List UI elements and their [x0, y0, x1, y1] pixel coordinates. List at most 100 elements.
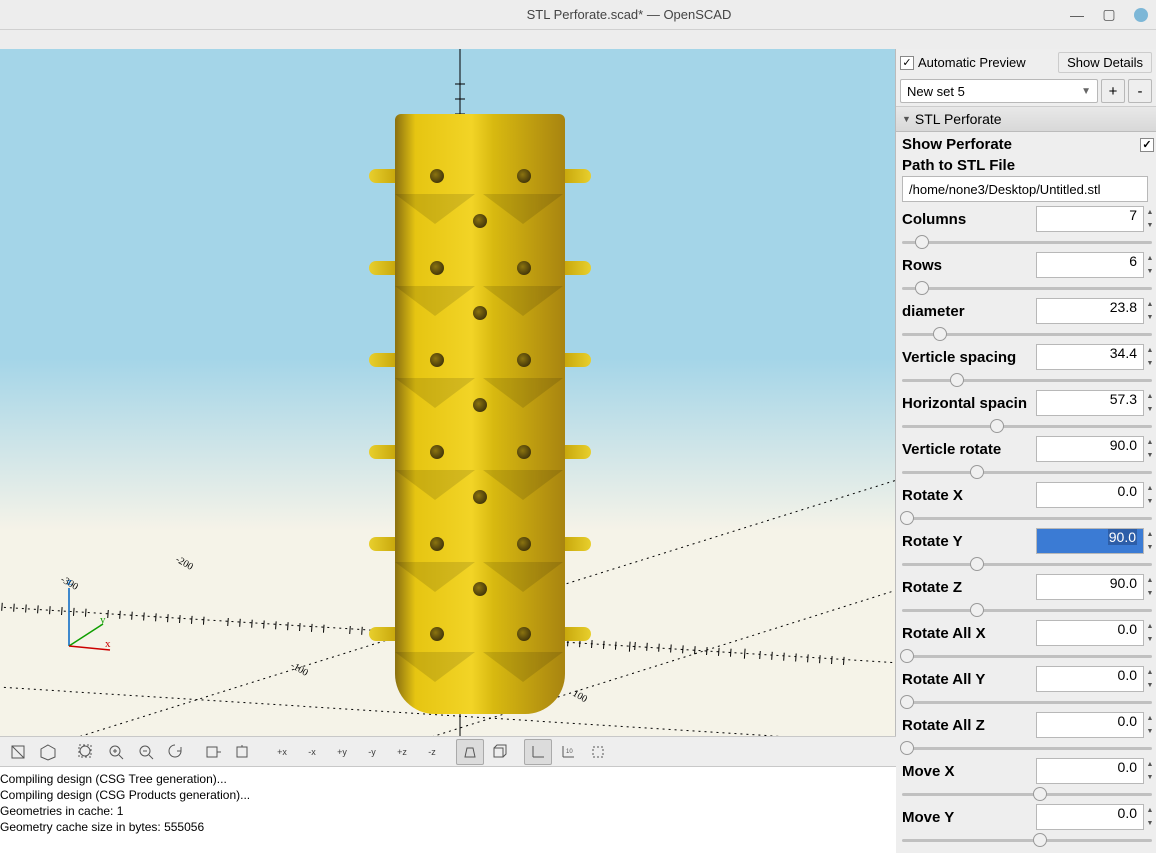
render-icon[interactable]: [34, 739, 62, 765]
param-slider[interactable]: [902, 740, 1152, 756]
reset-view-icon[interactable]: [162, 739, 190, 765]
param-slider[interactable]: [902, 602, 1152, 618]
param-value-input[interactable]: 0.0: [1036, 712, 1144, 738]
spinner[interactable]: ▲▼: [1144, 390, 1156, 416]
param-slider[interactable]: [902, 786, 1152, 802]
param-slider[interactable]: [902, 372, 1152, 388]
spinner[interactable]: ▲▼: [1144, 436, 1156, 462]
parameters-pane: Show Perforate ✓ Path to STL File Column…: [896, 132, 1156, 853]
right-view-icon[interactable]: [200, 739, 228, 765]
param-slider[interactable]: [902, 648, 1152, 664]
zoom-in-icon[interactable]: [102, 739, 130, 765]
minus-z-icon[interactable]: -z: [418, 739, 446, 765]
minus-y-icon[interactable]: -y: [358, 739, 386, 765]
show-edges-icon[interactable]: [584, 739, 612, 765]
param-slider[interactable]: [902, 464, 1152, 480]
param-value-input[interactable]: 0.0: [1036, 804, 1144, 830]
param-value-input[interactable]: 0.0: [1036, 666, 1144, 692]
svg-text:10: 10: [566, 749, 573, 755]
spinner[interactable]: ▲▼: [1144, 758, 1156, 784]
chevron-down-icon: ▼: [902, 114, 911, 124]
param-value-input[interactable]: 0.0: [1036, 482, 1144, 508]
param-label: Verticle spacing: [902, 349, 1036, 366]
spinner[interactable]: ▲▼: [1144, 712, 1156, 738]
auto-preview-label: Automatic Preview: [918, 55, 1026, 70]
stl-path-input[interactable]: [902, 176, 1148, 202]
param-label: Rotate All Y: [902, 671, 1036, 688]
section-header[interactable]: ▼ STL Perforate: [896, 106, 1156, 132]
close-button[interactable]: [1134, 8, 1148, 22]
customizer-sidebar: ✓ Automatic Preview Show Details New set…: [896, 49, 1156, 853]
spinner[interactable]: ▲▼: [1144, 804, 1156, 830]
menubar: [0, 30, 1156, 49]
param-slider[interactable]: [902, 418, 1152, 434]
param-value-input[interactable]: 0.0: [1036, 758, 1144, 784]
maximize-button[interactable]: ▢: [1102, 8, 1116, 22]
param-label: Rows: [902, 257, 1036, 274]
show-perforate-label: Show Perforate: [902, 136, 1012, 153]
param-label: Move Y: [902, 809, 1036, 826]
param-label: diameter: [902, 303, 1036, 320]
spinner[interactable]: ▲▼: [1144, 666, 1156, 692]
param-slider[interactable]: [902, 510, 1152, 526]
param-value-input[interactable]: 6: [1036, 252, 1144, 278]
param-slider[interactable]: [902, 234, 1152, 250]
preset-selector[interactable]: New set 5 ▼: [900, 79, 1098, 103]
param-value-input[interactable]: 34.4: [1036, 344, 1144, 370]
console-line: Compiling design (CSG Products generatio…: [0, 787, 896, 803]
chevron-down-icon: ▼: [1081, 86, 1091, 97]
spinner[interactable]: ▲▼: [1144, 344, 1156, 370]
param-label: Move X: [902, 763, 1036, 780]
path-label: Path to STL File: [902, 157, 1015, 174]
param-value-input[interactable]: 90.0: [1036, 574, 1144, 600]
show-details-button[interactable]: Show Details: [1058, 52, 1152, 73]
spinner[interactable]: ▲▼: [1144, 574, 1156, 600]
plus-y-icon[interactable]: +y: [328, 739, 356, 765]
model-preview: [380, 114, 580, 734]
preview-icon[interactable]: [4, 739, 32, 765]
spinner[interactable]: ▲▼: [1144, 528, 1156, 554]
param-value-input[interactable]: 90.0: [1036, 528, 1144, 554]
param-label: Rotate All X: [902, 625, 1036, 642]
titlebar: STL Perforate.scad* — OpenSCAD — ▢: [0, 0, 1156, 30]
spinner[interactable]: ▲▼: [1144, 620, 1156, 646]
plus-x-icon[interactable]: +x: [268, 739, 296, 765]
auto-preview-checkbox[interactable]: ✓: [900, 56, 914, 70]
add-preset-button[interactable]: +: [1101, 79, 1125, 103]
param-value-input[interactable]: 90.0: [1036, 436, 1144, 462]
param-label: Rotate X: [902, 487, 1036, 504]
spinner[interactable]: ▲▼: [1144, 298, 1156, 324]
param-value-input[interactable]: 57.3: [1036, 390, 1144, 416]
param-value-input[interactable]: 7: [1036, 206, 1144, 232]
param-slider[interactable]: [902, 694, 1152, 710]
param-value-input[interactable]: 23.8: [1036, 298, 1144, 324]
viewport[interactable]: -300 -200 -100 100 200 zyx: [0, 49, 896, 736]
svg-text:-200: -200: [174, 554, 195, 573]
param-slider[interactable]: [902, 556, 1152, 572]
console: Compiling design (CSG Tree generation)..…: [0, 766, 896, 853]
remove-preset-button[interactable]: -: [1128, 79, 1152, 103]
minus-x-icon[interactable]: -x: [298, 739, 326, 765]
minimize-button[interactable]: —: [1070, 8, 1084, 22]
spinner[interactable]: ▲▼: [1144, 252, 1156, 278]
plus-z-icon[interactable]: +z: [388, 739, 416, 765]
show-perforate-checkbox[interactable]: ✓: [1140, 138, 1154, 152]
orthogonal-icon[interactable]: [486, 739, 514, 765]
preset-name: New set 5: [907, 84, 965, 99]
param-slider[interactable]: [902, 326, 1152, 342]
zoom-out-icon[interactable]: [132, 739, 160, 765]
show-axes-icon[interactable]: [524, 739, 552, 765]
top-view-icon[interactable]: [230, 739, 258, 765]
param-slider[interactable]: [902, 832, 1152, 848]
show-scale-icon[interactable]: 10: [554, 739, 582, 765]
param-label: Rotate Y: [902, 533, 1036, 550]
param-slider[interactable]: [902, 280, 1152, 296]
spinner[interactable]: ▲▼: [1144, 482, 1156, 508]
param-label: Rotate All Z: [902, 717, 1036, 734]
zoom-all-icon[interactable]: [72, 739, 100, 765]
section-title: STL Perforate: [915, 111, 1002, 127]
console-line: Geometries in cache: 1: [0, 803, 896, 819]
spinner[interactable]: ▲▼: [1144, 206, 1156, 232]
param-value-input[interactable]: 0.0: [1036, 620, 1144, 646]
perspective-icon[interactable]: [456, 739, 484, 765]
